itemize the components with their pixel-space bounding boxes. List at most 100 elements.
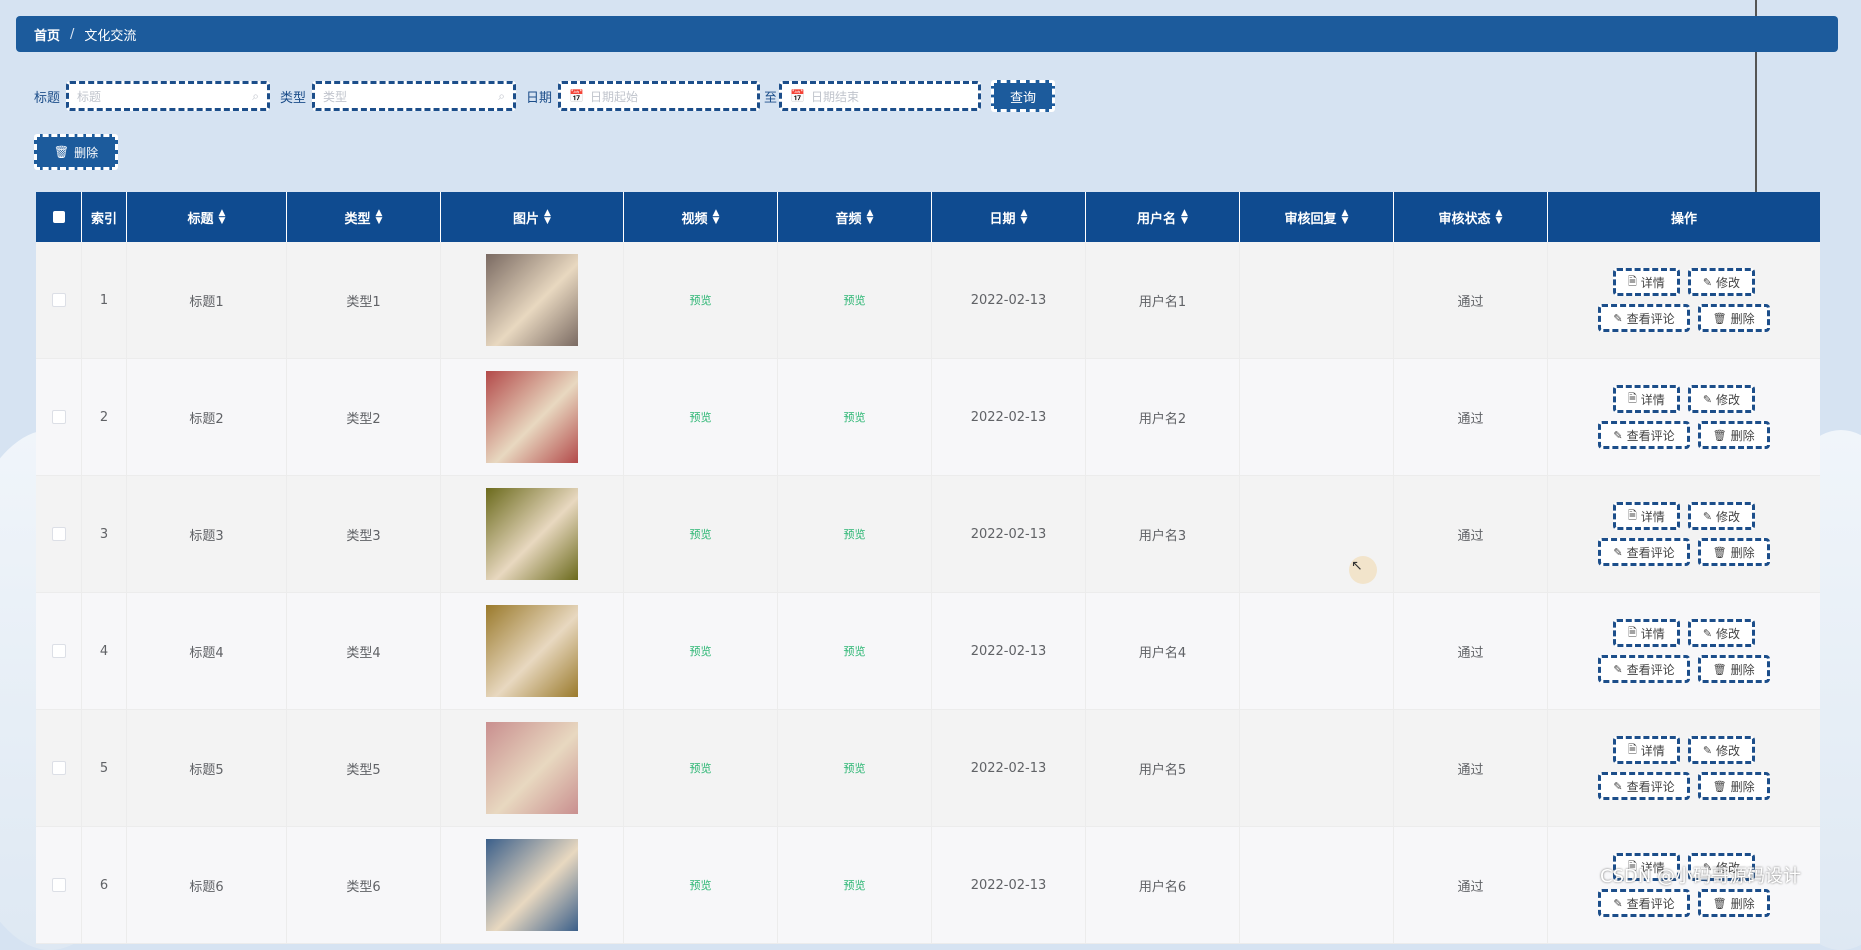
detail-button[interactable]: 🗎 详情 <box>1612 619 1680 647</box>
select-all-cell <box>36 192 82 242</box>
view-comments-button[interactable]: ✎ 查看评论 <box>1598 304 1690 332</box>
document-icon: 🗎 <box>1627 274 1637 288</box>
header-username[interactable]: 用户名 ▲ ▼ <box>1086 192 1240 242</box>
row-checkbox[interactable] <box>51 644 66 658</box>
row-select-cell <box>36 593 82 709</box>
title-placeholder: 标题 <box>77 89 102 104</box>
delete-label: 删除 <box>1730 311 1755 326</box>
audio-preview-link[interactable]: 预览 <box>844 526 866 542</box>
edit-icon: ✎ <box>1613 779 1623 793</box>
sort-icon[interactable]: ▲ ▼ <box>1342 209 1349 226</box>
sort-icon[interactable]: ▲ ▼ <box>544 209 551 226</box>
row-checkbox[interactable] <box>51 761 66 775</box>
cell-review-reply <box>1240 242 1394 358</box>
sort-icon[interactable]: ▲ ▼ <box>1181 209 1188 226</box>
video-preview-link[interactable]: 预览 <box>690 877 712 893</box>
video-preview-link[interactable]: 预览 <box>690 292 712 308</box>
type-input[interactable]: 类型 ⌕ <box>312 81 517 111</box>
video-preview-link[interactable]: 预览 <box>690 526 712 542</box>
sort-icon[interactable]: ▲ ▼ <box>1021 209 1028 226</box>
header-date[interactable]: 日期 ▲ ▼ <box>932 192 1086 242</box>
detail-label: 详情 <box>1640 509 1665 524</box>
date-start-input[interactable]: 📅 日期起始 <box>558 81 761 111</box>
header-video[interactable]: 视频 ▲ ▼ <box>624 192 778 242</box>
thumbnail-image[interactable] <box>486 722 578 814</box>
detail-button[interactable]: 🗎 详情 <box>1612 736 1680 764</box>
header-actions: 操作 <box>1548 192 1820 242</box>
search-bar: 标题 标题 ⌕ 类型 类型 ⌕ 日期 📅 日期起始 至 📅 日期结束 查询 <box>34 80 1056 112</box>
sort-icon[interactable]: ▲ ▼ <box>867 209 874 226</box>
header-type[interactable]: 类型 ▲ ▼ <box>287 192 441 242</box>
cell-image <box>441 827 624 943</box>
sort-icon[interactable]: ▲ ▼ <box>376 209 383 226</box>
calendar-icon: 📅 <box>790 89 806 103</box>
cell-actions: 🗎 详情 ✎ 修改 ✎ 查看评论 🗑 删除 <box>1548 476 1820 592</box>
cell-image <box>441 710 624 826</box>
batch-delete-button[interactable]: 🗑 删除 <box>34 134 118 170</box>
header-label: 音频 <box>835 211 862 227</box>
thumbnail-image[interactable] <box>486 605 578 697</box>
detail-button[interactable]: 🗎 详情 <box>1612 268 1680 296</box>
detail-button[interactable]: 🗎 详情 <box>1612 385 1680 413</box>
date-end-input[interactable]: 📅 日期结束 <box>779 81 982 111</box>
delete-button[interactable]: 🗑 删除 <box>1697 889 1770 917</box>
header-audio[interactable]: 音频 ▲ ▼ <box>778 192 932 242</box>
view-comments-label: 查看评论 <box>1626 311 1675 326</box>
view-comments-button[interactable]: ✎ 查看评论 <box>1598 772 1690 800</box>
row-checkbox[interactable] <box>51 293 66 307</box>
audio-preview-link[interactable]: 预览 <box>844 643 866 659</box>
row-checkbox[interactable] <box>51 878 66 892</box>
delete-button[interactable]: 🗑 删除 <box>1697 304 1770 332</box>
edit-button[interactable]: ✎ 修改 <box>1687 268 1756 296</box>
cell-actions: 🗎 详情 ✎ 修改 ✎ 查看评论 🗑 删除 <box>1548 710 1820 826</box>
thumbnail-image[interactable] <box>486 839 578 931</box>
row-checkbox[interactable] <box>51 410 66 424</box>
edit-button[interactable]: ✎ 修改 <box>1687 736 1756 764</box>
edit-button[interactable]: ✎ 修改 <box>1687 619 1756 647</box>
action-buttons: 🗎 详情 ✎ 修改 ✎ 查看评论 🗑 删除 <box>1598 619 1770 683</box>
row-checkbox[interactable] <box>51 527 66 541</box>
cell-date: 2022-02-13 <box>932 242 1086 358</box>
thumbnail-image[interactable] <box>486 371 578 463</box>
sort-icon[interactable]: ▲ ▼ <box>713 209 720 226</box>
sort-icon[interactable]: ▲ ▼ <box>219 209 226 226</box>
video-preview-link[interactable]: 预览 <box>690 643 712 659</box>
delete-button[interactable]: 🗑 删除 <box>1697 421 1770 449</box>
video-preview-link[interactable]: 预览 <box>690 409 712 425</box>
audio-preview-link[interactable]: 预览 <box>844 877 866 893</box>
header-review-reply[interactable]: 审核回复 ▲ ▼ <box>1240 192 1394 242</box>
thumbnail-image[interactable] <box>486 488 578 580</box>
breadcrumb-current: 文化交流 <box>84 28 137 44</box>
delete-button[interactable]: 🗑 删除 <box>1697 538 1770 566</box>
audio-preview-link[interactable]: 预览 <box>844 760 866 776</box>
cell-audio: 预览 <box>778 710 932 826</box>
action-buttons: 🗎 详情 ✎ 修改 ✎ 查看评论 🗑 删除 <box>1598 268 1770 332</box>
sort-icon[interactable]: ▲ ▼ <box>1496 209 1503 226</box>
video-preview-link[interactable]: 预览 <box>690 760 712 776</box>
edit-button[interactable]: ✎ 修改 <box>1687 385 1756 413</box>
calendar-icon: 📅 <box>569 89 584 103</box>
query-button[interactable]: 查询 <box>991 80 1056 112</box>
delete-button[interactable]: 🗑 删除 <box>1697 655 1770 683</box>
header-label: 视频 <box>681 211 708 227</box>
action-buttons: 🗎 详情 ✎ 修改 ✎ 查看评论 🗑 删除 <box>1598 736 1770 800</box>
audio-preview-link[interactable]: 预览 <box>844 292 866 308</box>
select-all-checkbox[interactable] <box>52 211 65 223</box>
thumbnail-image[interactable] <box>486 254 578 346</box>
detail-label: 详情 <box>1640 275 1665 290</box>
breadcrumb-home[interactable]: 首页 <box>34 25 60 44</box>
view-comments-button[interactable]: ✎ 查看评论 <box>1598 421 1690 449</box>
header-label: 审核状态 <box>1438 211 1491 227</box>
view-comments-button[interactable]: ✎ 查看评论 <box>1598 889 1690 917</box>
header-review-status[interactable]: 审核状态 ▲ ▼ <box>1394 192 1548 242</box>
view-comments-button[interactable]: ✎ 查看评论 <box>1598 655 1690 683</box>
detail-button[interactable]: 🗎 详情 <box>1612 502 1680 530</box>
audio-preview-link[interactable]: 预览 <box>844 409 866 425</box>
delete-button[interactable]: 🗑 删除 <box>1697 772 1770 800</box>
header-title[interactable]: 标题 ▲ ▼ <box>127 192 287 242</box>
title-input[interactable]: 标题 ⌕ <box>66 81 271 111</box>
header-image[interactable]: 图片 ▲ ▼ <box>441 192 624 242</box>
edit-button[interactable]: ✎ 修改 <box>1687 502 1756 530</box>
view-comments-button[interactable]: ✎ 查看评论 <box>1598 538 1690 566</box>
edit-label: 修改 <box>1716 392 1741 407</box>
